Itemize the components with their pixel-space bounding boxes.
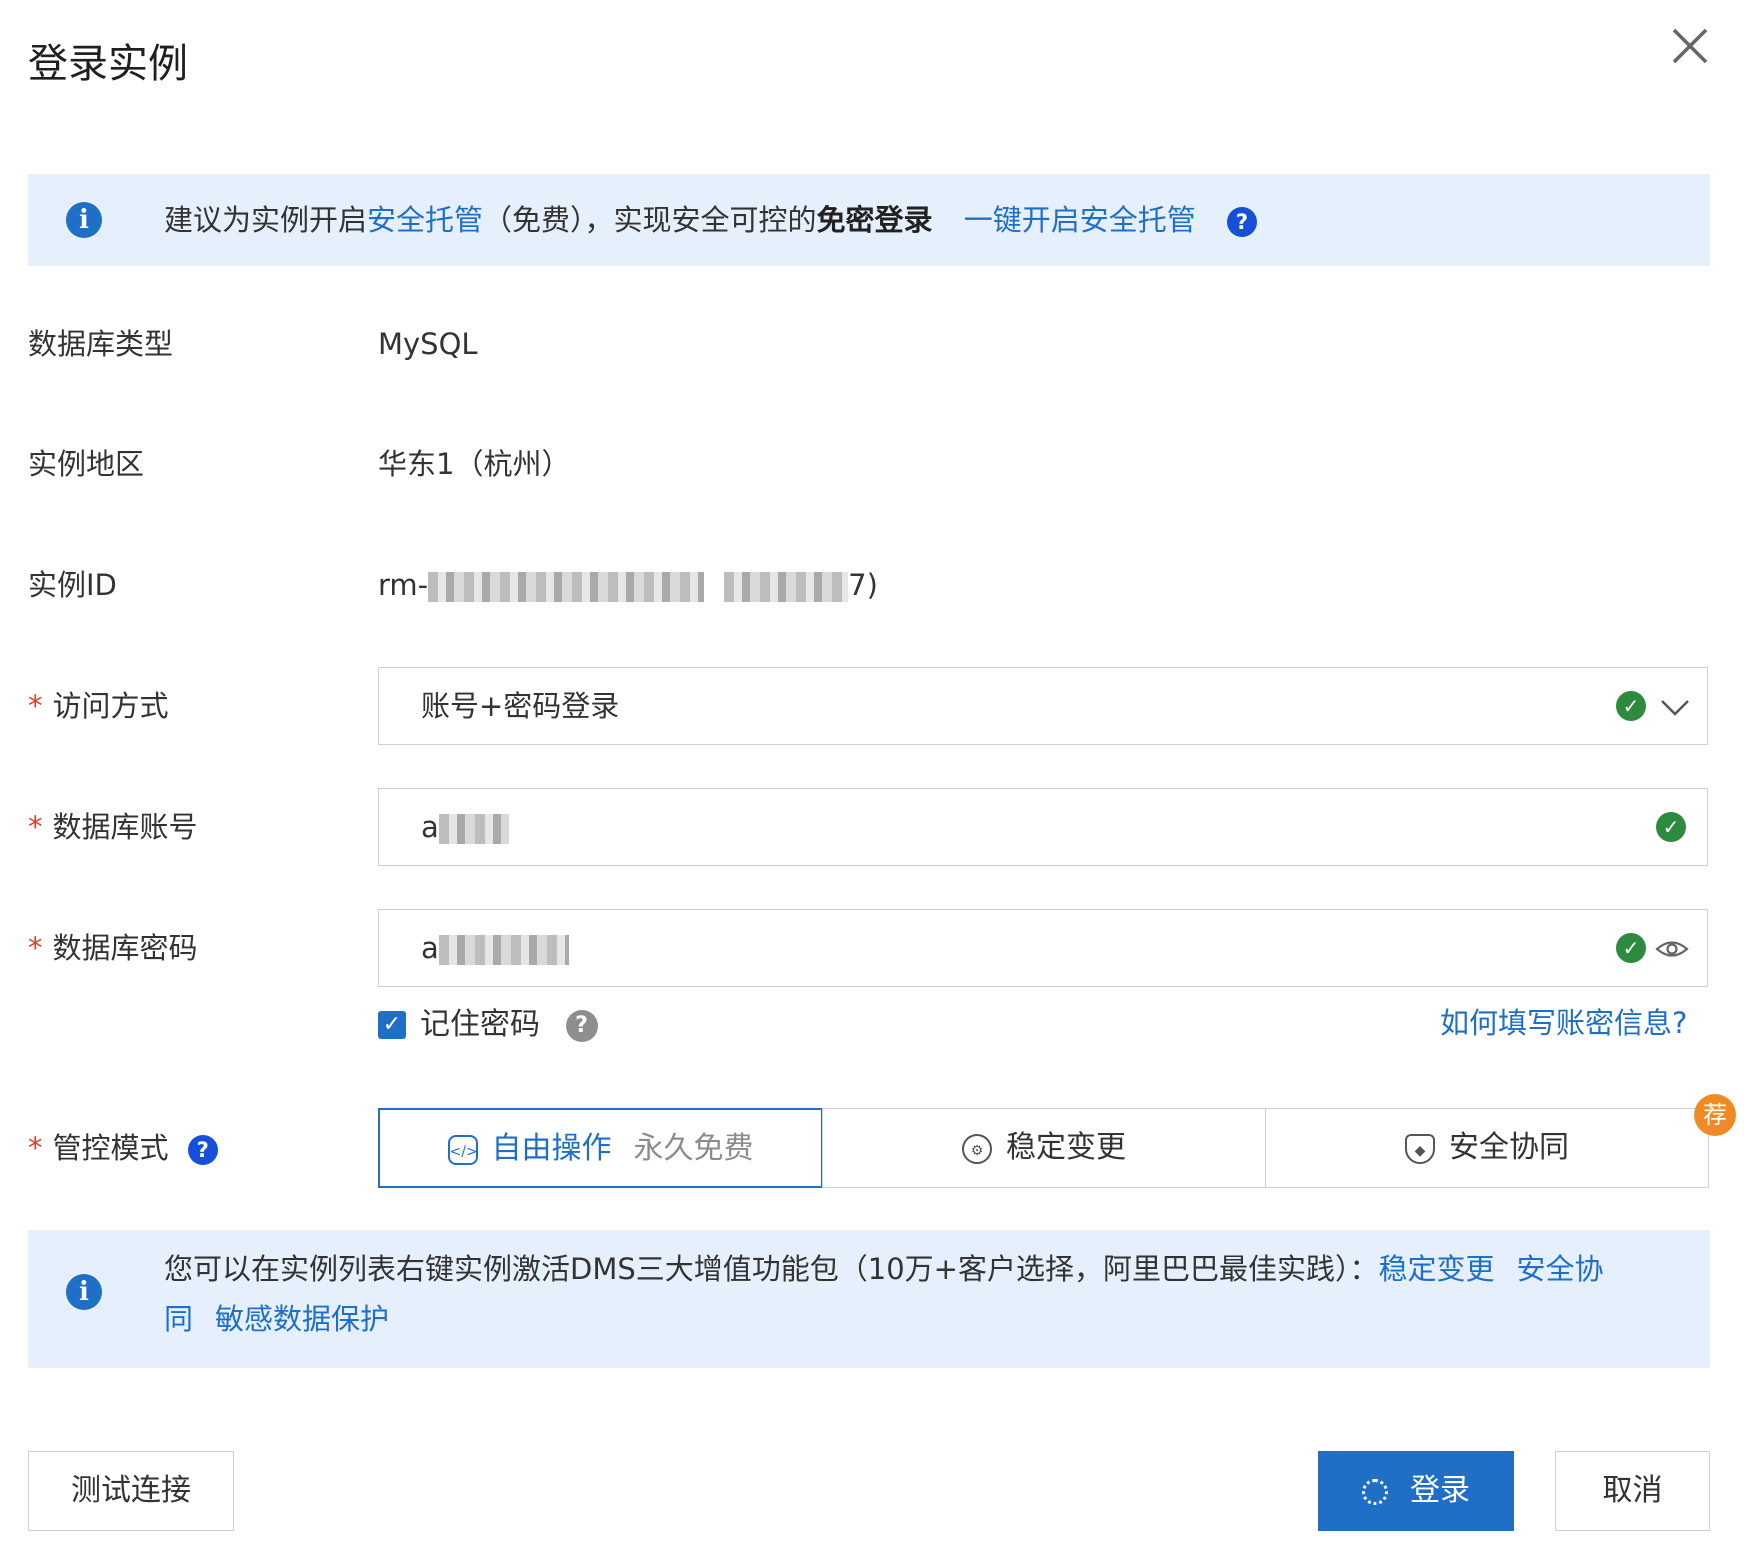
redacted-block xyxy=(428,572,705,602)
db-password-label-text: 数据库密码 xyxy=(52,931,198,965)
test-connection-button[interactable]: 测试连接 xyxy=(28,1451,234,1531)
help-icon[interactable]: ? xyxy=(187,1135,218,1165)
login-button[interactable]: 登录 xyxy=(1318,1451,1514,1531)
security-collab-link-part1[interactable]: 安全协 xyxy=(1516,1252,1603,1286)
info-banner-text: 您可以在实例列表右键实例激活DMS三大增值功能包（10万+客户选择，阿里巴巴最佳… xyxy=(164,1244,1604,1294)
db-type-value: MySQL xyxy=(378,327,478,361)
db-account-value: a xyxy=(421,807,509,847)
code-icon: </> xyxy=(447,1134,478,1165)
db-type-label: 数据库类型 xyxy=(28,327,174,361)
info-banner: i 建议为实例开启安全托管（免费），实现安全可控的免密登录 一键开启安全托管 ? xyxy=(28,174,1710,266)
info-banner-text: 建议为实例开启安全托管（免费），实现安全可控的免密登录 一键开启安全托管 ? xyxy=(164,195,1258,245)
db-password-prefix: a xyxy=(421,931,439,965)
instance-id-value: rm- 7) xyxy=(378,565,878,605)
remember-password-checkbox[interactable]: ✓ xyxy=(378,1011,406,1039)
login-button-label: 登录 xyxy=(1410,1473,1470,1508)
check-circle-icon: ✓ xyxy=(1616,933,1646,963)
eye-icon[interactable] xyxy=(1655,934,1689,964)
banner-bold-text: 免密登录 xyxy=(816,203,933,237)
check-circle-icon: ✓ xyxy=(1656,812,1686,842)
info-banner: i 您可以在实例列表右键实例激活DMS三大增值功能包（10万+客户选择，阿里巴巴… xyxy=(28,1230,1710,1368)
banner-text-2: （免费），实现安全可控的 xyxy=(483,203,817,237)
control-mode-stable-change[interactable]: ⚙ 稳定变更 xyxy=(822,1108,1266,1188)
remember-password-row: 记住密码 ? xyxy=(420,1005,598,1045)
dialog-title: 登录实例 xyxy=(28,41,188,87)
required-mark: * xyxy=(28,689,43,723)
control-mode-free-op[interactable]: </> 自由操作 永久免费 xyxy=(378,1108,823,1188)
db-password-label: * 数据库密码 xyxy=(28,928,198,968)
stable-change-link[interactable]: 稳定变更 xyxy=(1378,1252,1494,1286)
help-icon[interactable]: ? xyxy=(1227,207,1258,237)
info-icon: i xyxy=(66,202,102,238)
sensitive-data-link[interactable]: 敏感数据保护 xyxy=(215,1302,389,1336)
instance-id-suffix: 7) xyxy=(848,568,878,602)
instance-id-label: 实例ID xyxy=(28,568,117,602)
info-icon: i xyxy=(66,1274,102,1310)
instance-id-prefix: rm- xyxy=(378,568,429,602)
db-account-label-text: 数据库账号 xyxy=(52,810,198,844)
enable-hosting-link[interactable]: 一键开启安全托管 xyxy=(964,203,1196,237)
db-account-prefix: a xyxy=(421,810,439,844)
security-hosting-link[interactable]: 安全托管 xyxy=(367,203,483,237)
remember-password-label[interactable]: 记住密码 xyxy=(420,1007,540,1042)
required-mark: * xyxy=(28,931,43,965)
loading-spinner-icon xyxy=(1362,1478,1388,1505)
db-password-input[interactable]: a ✓ xyxy=(378,909,1708,987)
required-mark: * xyxy=(28,810,43,844)
control-mode-option-sub: 永久免费 xyxy=(633,1131,754,1166)
check-circle-icon: ✓ xyxy=(1616,691,1646,721)
recommended-badge: 荐 xyxy=(1694,1094,1736,1136)
required-mark: * xyxy=(28,1131,43,1165)
redacted-block xyxy=(724,572,849,602)
control-mode-option-label: 稳定变更 xyxy=(1006,1130,1126,1165)
region-value: 华东1（杭州） xyxy=(378,447,571,481)
account-help-link[interactable]: 如何填写账密信息? xyxy=(1440,1003,1687,1043)
db-account-label: * 数据库账号 xyxy=(28,807,198,847)
chevron-down-icon[interactable] xyxy=(1659,692,1691,722)
access-method-select[interactable]: 账号+密码登录 ✓ xyxy=(378,667,1708,745)
security-collab-link-part2[interactable]: 同 xyxy=(164,1302,193,1336)
region-label: 实例地区 xyxy=(28,447,145,481)
control-mode-option-label: 自由操作 xyxy=(491,1131,612,1166)
access-method-label: * 访问方式 xyxy=(28,686,169,726)
access-method-value: 账号+密码登录 xyxy=(421,689,620,723)
control-mode-label-text: 管控模式 xyxy=(52,1131,169,1165)
control-mode-security-collab[interactable]: ◆ 安全协同 xyxy=(1265,1108,1709,1188)
redacted-block xyxy=(438,935,569,965)
gear-icon: ⚙ xyxy=(962,1133,992,1164)
banner-text: 您可以在实例列表右键实例激活DMS三大增值功能包（10万+客户选择，阿里巴巴最佳… xyxy=(164,1252,1379,1286)
cancel-button[interactable]: 取消 xyxy=(1555,1451,1710,1531)
shield-icon: ◆ xyxy=(1405,1133,1435,1164)
control-mode-label: * 管控模式 ? xyxy=(28,1128,218,1168)
close-icon[interactable] xyxy=(1668,24,1712,68)
banner-text-1: 建议为实例开启 xyxy=(164,203,368,237)
info-banner-text-line2: 同敏感数据保护 xyxy=(164,1294,389,1344)
help-icon[interactable]: ? xyxy=(565,1009,598,1042)
control-mode-option-label: 安全协同 xyxy=(1449,1130,1569,1165)
redacted-block xyxy=(438,814,509,844)
db-password-value: a xyxy=(421,928,569,968)
db-account-input[interactable]: a ✓ xyxy=(378,788,1708,866)
access-method-label-text: 访问方式 xyxy=(52,689,169,723)
